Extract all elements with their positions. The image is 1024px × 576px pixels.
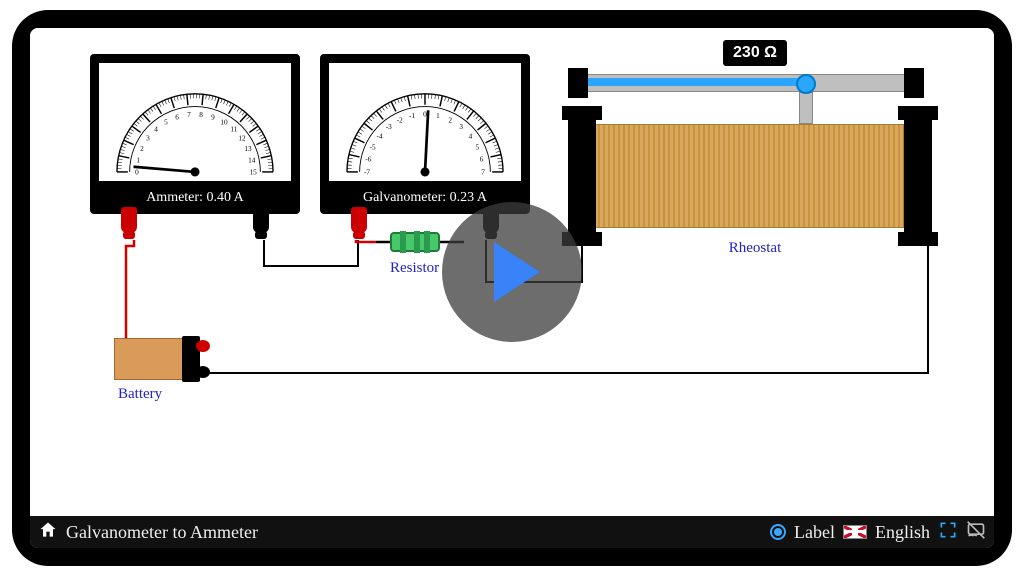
bottom-toolbar: Galvanometer to Ammeter Label English bbox=[30, 516, 994, 548]
rheostat-coil bbox=[594, 124, 904, 228]
resistor bbox=[390, 232, 440, 252]
rheostat-slider-knob[interactable] bbox=[796, 74, 816, 94]
app-title: Galvanometer to Ammeter bbox=[66, 522, 258, 543]
svg-text:9: 9 bbox=[211, 113, 215, 121]
svg-text:2: 2 bbox=[448, 116, 452, 124]
svg-text:10: 10 bbox=[220, 118, 228, 126]
svg-text:8: 8 bbox=[199, 111, 203, 119]
svg-text:3: 3 bbox=[459, 123, 463, 131]
simulation-canvas: 0123456789101112131415 Ammeter: 0.40 A -… bbox=[30, 28, 994, 516]
rheostat-value-badge: 230 Ω bbox=[723, 40, 787, 66]
svg-text:2: 2 bbox=[140, 145, 144, 153]
battery-label: Battery bbox=[118, 386, 162, 403]
svg-text:0: 0 bbox=[135, 169, 139, 177]
svg-text:7: 7 bbox=[187, 111, 191, 119]
rheostat-endcap-left bbox=[568, 110, 596, 242]
play-icon bbox=[494, 242, 540, 302]
svg-text:-1: -1 bbox=[409, 112, 415, 120]
ammeter: 0123456789101112131415 Ammeter: 0.40 A bbox=[90, 54, 300, 214]
play-button[interactable] bbox=[442, 202, 582, 342]
flag-uk-icon bbox=[843, 525, 867, 539]
fullscreen-icon[interactable] bbox=[938, 520, 958, 545]
svg-text:1: 1 bbox=[436, 112, 440, 120]
galvanometer-dial: -7-6-5-4-3-2-101234567 bbox=[329, 63, 521, 181]
cast-icon[interactable] bbox=[966, 520, 986, 545]
svg-text:3: 3 bbox=[146, 135, 150, 143]
battery bbox=[114, 338, 184, 380]
rheostat-track-fill bbox=[588, 78, 806, 86]
svg-text:1: 1 bbox=[136, 157, 140, 165]
svg-text:12: 12 bbox=[238, 135, 246, 143]
svg-text:7: 7 bbox=[481, 169, 485, 177]
svg-text:4: 4 bbox=[469, 132, 473, 140]
resistor-label: Resistor bbox=[390, 260, 439, 277]
rheostat-label: Rheostat bbox=[729, 240, 782, 257]
svg-text:-7: -7 bbox=[364, 169, 370, 177]
ammeter-terminal-negative[interactable] bbox=[253, 207, 269, 233]
app-screen: 0123456789101112131415 Ammeter: 0.40 A -… bbox=[30, 28, 994, 548]
svg-text:-6: -6 bbox=[365, 156, 371, 164]
home-icon[interactable] bbox=[38, 520, 58, 545]
svg-text:6: 6 bbox=[175, 113, 179, 121]
galvanometer: -7-6-5-4-3-2-101234567 Galvanometer: 0.2… bbox=[320, 54, 530, 214]
svg-text:6: 6 bbox=[480, 156, 484, 164]
svg-text:4: 4 bbox=[154, 125, 158, 133]
svg-text:-5: -5 bbox=[370, 143, 376, 151]
battery-terminal-positive[interactable] bbox=[196, 340, 210, 352]
label-toggle-radio[interactable] bbox=[770, 524, 786, 540]
svg-text:5: 5 bbox=[164, 118, 168, 126]
galvanometer-terminal-positive[interactable] bbox=[351, 207, 367, 233]
svg-text:14: 14 bbox=[248, 157, 256, 165]
svg-text:-3: -3 bbox=[386, 123, 392, 131]
battery-terminal-negative[interactable] bbox=[196, 366, 210, 378]
svg-text:15: 15 bbox=[249, 169, 257, 177]
svg-text:-2: -2 bbox=[397, 116, 403, 124]
svg-text:13: 13 bbox=[244, 145, 252, 153]
rheostat: 230 Ω Rheostat bbox=[570, 54, 940, 254]
rheostat-slider-stem bbox=[799, 92, 813, 124]
svg-text:11: 11 bbox=[230, 125, 237, 133]
ammeter-terminal-positive[interactable] bbox=[121, 207, 137, 233]
language-label[interactable]: English bbox=[875, 522, 930, 543]
svg-text:-4: -4 bbox=[377, 132, 383, 140]
label-toggle-text[interactable]: Label bbox=[794, 522, 835, 543]
tablet-frame: 0123456789101112131415 Ammeter: 0.40 A -… bbox=[12, 10, 1012, 566]
svg-text:5: 5 bbox=[476, 143, 480, 151]
ammeter-dial: 0123456789101112131415 bbox=[99, 63, 291, 181]
rheostat-endcap-right bbox=[904, 110, 932, 242]
